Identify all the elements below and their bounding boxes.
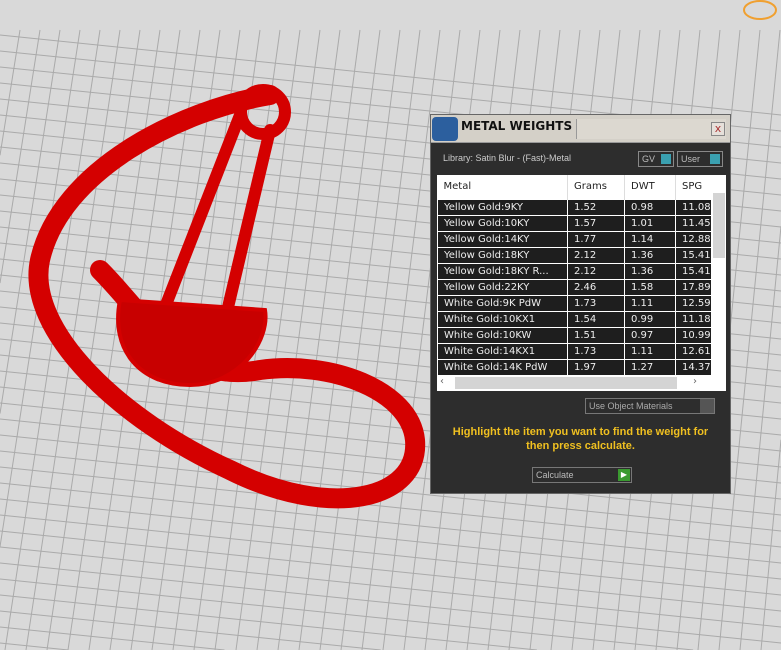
metal-table: Metal Grams DWT SPG Yellow Gold:9KY 1.52 0… (437, 175, 726, 391)
table-cell: Yellow Gold:14KY (437, 230, 568, 248)
grid-line (0, 514, 781, 596)
play-icon: ▶ (618, 469, 630, 481)
table-cell: 1.11 (624, 342, 676, 360)
scroll-left-icon[interactable]: ‹ (440, 376, 444, 387)
table-cell: 1.52 (567, 198, 625, 216)
table-cell: 12.88 (675, 230, 712, 248)
table-cell: 1.11 (624, 294, 676, 312)
table-cell: 0.97 (624, 326, 676, 344)
col-spg[interactable]: SPG (675, 175, 712, 199)
col-dwt[interactable]: DWT (624, 175, 676, 199)
table-cell: Yellow Gold:10KY (437, 214, 568, 232)
table-cell: 2.12 (567, 262, 625, 280)
table-row[interactable]: White Gold:14K PdW 1.97 1.27 14.37 (437, 358, 712, 376)
table-cell: 15.41 (675, 262, 712, 280)
instruction-text: Highlight the item you want to find the … (452, 426, 709, 452)
calculate-label: Calculate (536, 470, 574, 480)
table-row[interactable]: White Gold:10KX1 1.54 0.99 11.18 (437, 310, 712, 328)
table-cell: 1.58 (624, 278, 676, 296)
table-cell: 1.27 (624, 358, 676, 376)
grid-line (0, 29, 21, 156)
table-cell: 1.14 (624, 230, 676, 248)
table-row[interactable]: Yellow Gold:22KY 2.46 1.58 17.89 (437, 278, 712, 296)
grid-line (739, 226, 781, 650)
gv-label: GV (642, 154, 656, 164)
gizmo-icon[interactable] (743, 0, 777, 20)
table-row[interactable]: Yellow Gold:18KY R... 2.12 1.36 15.41 (437, 262, 712, 280)
table-cell: Yellow Gold:18KY R... (437, 262, 568, 280)
table-cell: 2.46 (567, 278, 625, 296)
table-cell: 1.77 (567, 230, 625, 248)
col-metal[interactable]: Metal (437, 175, 568, 199)
table-cell: White Gold:9K PdW (437, 294, 568, 312)
table-cell: 17.89 (675, 278, 712, 296)
table-cell: 15.41 (675, 246, 712, 264)
table-cell: Yellow Gold:18KY (437, 246, 568, 264)
library-label: Library: Satin Blur - (Fast)-Metal (443, 153, 572, 163)
table-row[interactable]: White Gold:9K PdW 1.73 1.11 12.59 (437, 294, 712, 312)
table-cell: 1.51 (567, 326, 625, 344)
grid-line (0, 498, 781, 580)
gv-toggle[interactable]: GV (638, 151, 674, 167)
grid-line (0, 610, 381, 650)
grid-line (0, 578, 694, 650)
close-button[interactable]: x (711, 122, 725, 136)
table-cell: 11.45 (675, 214, 712, 232)
horizontal-scrollbar[interactable]: ‹ › (437, 375, 726, 391)
table-cell: Yellow Gold:9KY (437, 198, 568, 216)
metal-weights-panel: METAL WEIGHTS x Library: Satin Blur - (F… (430, 114, 731, 494)
grid-line (361, 29, 441, 650)
table-cell: 1.01 (624, 214, 676, 232)
metal-weights-icon (432, 117, 458, 141)
table-cell: 1.54 (567, 310, 625, 328)
table-cell: White Gold:10KX1 (437, 310, 568, 328)
table-cell: 10.99 (675, 326, 712, 344)
table-cell: Yellow Gold:22KY (437, 278, 568, 296)
table-cell: 1.57 (567, 214, 625, 232)
grid-line (256, 29, 341, 650)
table-cell: 1.73 (567, 294, 625, 312)
title-spacer (576, 119, 726, 139)
table-row[interactable]: Yellow Gold:18KY 2.12 1.36 15.41 (437, 246, 712, 264)
table-cell: 1.36 (624, 262, 676, 280)
grid-line (298, 29, 381, 650)
grid-line (0, 546, 781, 628)
table-cell: 0.98 (624, 198, 676, 216)
table-cell: White Gold:14K PdW (437, 358, 568, 376)
table-cell: 0.99 (624, 310, 676, 328)
table-cell: 12.61 (675, 342, 712, 360)
table-cell: 1.36 (624, 246, 676, 264)
panel-titlebar[interactable]: METAL WEIGHTS x (431, 115, 730, 143)
vertical-scrollbar[interactable] (711, 175, 726, 373)
scroll-right-icon[interactable]: › (693, 376, 697, 387)
table-row[interactable]: Yellow Gold:9KY 1.52 0.98 11.08 (437, 198, 712, 216)
user-label: User (681, 154, 701, 164)
grid-line (0, 642, 69, 650)
table-row[interactable]: Yellow Gold:10KY 1.57 1.01 11.45 (437, 214, 712, 232)
grid-line (0, 594, 537, 650)
table-row[interactable]: White Gold:14KX1 1.73 1.11 12.61 (437, 342, 712, 360)
use-object-materials-label: Use Object Materials (589, 401, 673, 411)
table-cell: 11.18 (675, 310, 712, 328)
table-cell: 12.59 (675, 294, 712, 312)
col-grams[interactable]: Grams (567, 175, 625, 199)
user-toggle[interactable]: User (677, 151, 723, 167)
table-cell: 14.37 (675, 358, 712, 376)
table-cell: 11.08 (675, 198, 712, 216)
table-row[interactable]: Yellow Gold:14KY 1.77 1.14 12.88 (437, 230, 712, 248)
use-object-materials-toggle[interactable]: Use Object Materials (585, 398, 715, 414)
table-cell: 1.97 (567, 358, 625, 376)
table-cell: 2.12 (567, 246, 625, 264)
table-cell: White Gold:10KW (437, 326, 568, 344)
table-cell: White Gold:14KX1 (437, 342, 568, 360)
table-cell: 1.73 (567, 342, 625, 360)
panel-title: METAL WEIGHTS (461, 119, 573, 133)
calculate-button[interactable]: Calculate ▶ (532, 467, 632, 483)
table-row[interactable]: White Gold:10KW 1.51 0.97 10.99 (437, 326, 712, 344)
